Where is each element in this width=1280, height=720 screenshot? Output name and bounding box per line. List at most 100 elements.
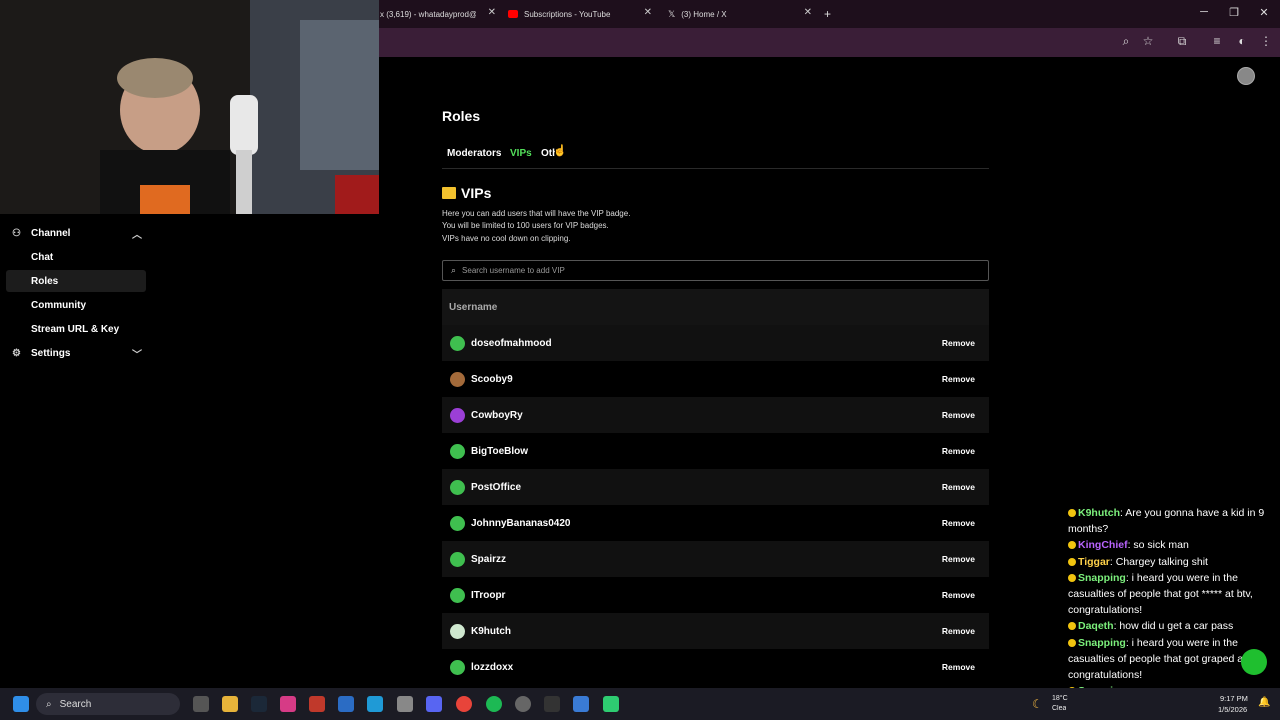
avatar <box>450 659 465 675</box>
username: Spairzz <box>471 553 507 565</box>
spotify-icon[interactable] <box>486 696 502 712</box>
weather-icon: ☾ <box>1032 697 1043 711</box>
bookmark-star-icon[interactable]: ☆ <box>1140 34 1156 48</box>
table-row: K9hutch Remove <box>442 613 989 649</box>
chat-username: Daqeth <box>1078 620 1114 633</box>
profile-icon[interactable]: ◐ <box>1234 34 1250 48</box>
chat-badge-icon <box>1068 509 1076 517</box>
username: PostOffice <box>471 481 522 493</box>
tab-vips[interactable]: VIPs <box>510 148 532 159</box>
instagram-icon[interactable] <box>280 696 296 712</box>
windows-taskbar: ⌕ Search ☾ 18°C Clear 9:17 PM 1/5/2026 🔔 <box>0 688 1280 720</box>
browser-tab-gmail[interactable]: x (3,619) - whatadayprod@ ✕ <box>380 4 496 24</box>
chat-text: : so sick man <box>1127 539 1189 552</box>
menu-kebab-icon[interactable]: ⋮ <box>1258 34 1274 48</box>
remove-button[interactable]: Remove <box>942 554 975 564</box>
browser-tab-x[interactable]: 𝕏 (3) Home / X ✕ <box>668 4 812 24</box>
username: JohnnyBananas0420 <box>471 517 571 529</box>
table-row: doseofmahmood Remove <box>442 325 989 361</box>
tab-title: x (3,619) - whatadayprod@ <box>380 9 476 19</box>
sidebar-item-roles[interactable]: Roles <box>6 270 146 292</box>
sidebar-item-label: Stream URL & Key <box>31 323 120 335</box>
crown-icon <box>442 187 456 199</box>
green-emote-icon <box>1241 649 1267 675</box>
discord-icon[interactable] <box>426 696 442 712</box>
sidebar-item-community[interactable]: Community <box>6 294 146 316</box>
remove-button[interactable]: Remove <box>942 590 975 600</box>
notepad-icon[interactable] <box>397 696 413 712</box>
table-row: BigToeBlow Remove <box>442 433 989 469</box>
description-line: Here you can add users that will have th… <box>442 209 631 218</box>
remove-button[interactable]: Remove <box>942 518 975 528</box>
chevron-down-icon: ﹀ <box>132 349 142 361</box>
description-line: VIPs have no cool down on clipping. <box>442 234 571 243</box>
avatar <box>450 335 465 351</box>
screen: x (3,619) - whatadayprod@ ✕ Subscription… <box>0 0 1280 720</box>
username: BigToeBlow <box>471 445 529 457</box>
remove-button[interactable]: Remove <box>942 446 975 456</box>
vip-search-input[interactable] <box>456 266 988 275</box>
clock-date[interactable]: 1/5/2026 <box>1218 705 1247 714</box>
avatar <box>450 443 465 459</box>
close-icon[interactable]: ✕ <box>644 7 652 18</box>
avatar <box>450 407 465 423</box>
section-title-text: VIPs <box>461 185 492 201</box>
remove-button[interactable]: Remove <box>942 662 975 672</box>
outlook-icon[interactable] <box>338 696 354 712</box>
close-icon[interactable]: ✕ <box>488 7 496 18</box>
chat-message: Daqeth: how did u get a car pass <box>1068 618 1278 634</box>
remove-button[interactable]: Remove <box>942 374 975 384</box>
remove-button[interactable]: Remove <box>942 410 975 420</box>
table-header: Username <box>442 289 989 325</box>
minimize-icon[interactable]: ─ <box>1196 6 1212 18</box>
tab-moderators[interactable]: Moderators <box>447 148 501 159</box>
new-tab-button[interactable]: + <box>824 4 836 24</box>
table-row: ITroopr Remove <box>442 577 989 613</box>
avatar <box>450 515 465 531</box>
edge-icon[interactable] <box>367 696 383 712</box>
avatar[interactable] <box>1237 67 1255 85</box>
app-icon[interactable] <box>573 696 589 712</box>
file-explorer-icon[interactable] <box>222 696 238 712</box>
chrome-icon[interactable] <box>456 696 472 712</box>
close-window-icon[interactable]: ✕ <box>1256 6 1272 19</box>
mouse-cursor-icon: ☝ <box>553 145 567 157</box>
vip-search-field[interactable]: ⌕ <box>442 260 989 281</box>
username: Scooby9 <box>471 373 513 385</box>
sidebar-item-chat[interactable]: Chat <box>6 246 146 268</box>
chat-badge-icon <box>1068 638 1076 647</box>
chat-message: KingChief: so sick man <box>1068 537 1278 553</box>
sidebar-item-label: Community <box>31 299 86 311</box>
close-icon[interactable]: ✕ <box>804 7 812 18</box>
capcut-icon[interactable] <box>544 696 560 712</box>
zoom-icon[interactable]: ⌕ <box>1118 34 1134 49</box>
windows-start-icon[interactable] <box>13 696 29 712</box>
media-controls-icon[interactable]: ≡ <box>1209 34 1225 48</box>
avatar <box>450 551 465 567</box>
table-row: lozzdoxx Remove <box>442 649 989 685</box>
remove-button[interactable]: Remove <box>942 482 975 492</box>
sidebar-section-channel[interactable]: ⚇ Channel ︿ <box>6 222 146 244</box>
weather-temp: 18°C <box>1052 695 1068 702</box>
chat-badge-icon <box>1068 622 1076 631</box>
clock-time[interactable]: 9:17 PM <box>1220 694 1248 703</box>
sidebar-item-label: Chat <box>31 251 54 263</box>
table-row: CowboyRy Remove <box>442 397 989 433</box>
chat-username: Snapping <box>1078 636 1126 649</box>
app-icon[interactable] <box>515 696 531 712</box>
sidebar-section-settings[interactable]: ⚙ Settings ﹀ <box>6 342 146 364</box>
description-line: You will be limited to 100 users for VIP… <box>442 221 609 230</box>
task-view-icon[interactable] <box>193 696 209 712</box>
extensions-icon[interactable]: ⧉ <box>1174 34 1190 49</box>
tab-divider <box>442 168 989 169</box>
notification-icon[interactable]: 🔔 <box>1258 697 1270 708</box>
voice-app-icon[interactable] <box>309 696 325 712</box>
steam-icon[interactable] <box>251 696 267 712</box>
taskbar-search[interactable]: ⌕ Search <box>36 693 180 715</box>
sidebar-item-stream-url-key[interactable]: Stream URL & Key <box>6 318 146 340</box>
app-icon[interactable] <box>603 696 619 712</box>
restore-icon[interactable]: ❐ <box>1226 6 1242 19</box>
remove-button[interactable]: Remove <box>942 626 975 636</box>
remove-button[interactable]: Remove <box>942 338 975 348</box>
browser-tab-youtube[interactable]: Subscriptions - YouTube ✕ <box>508 4 652 24</box>
